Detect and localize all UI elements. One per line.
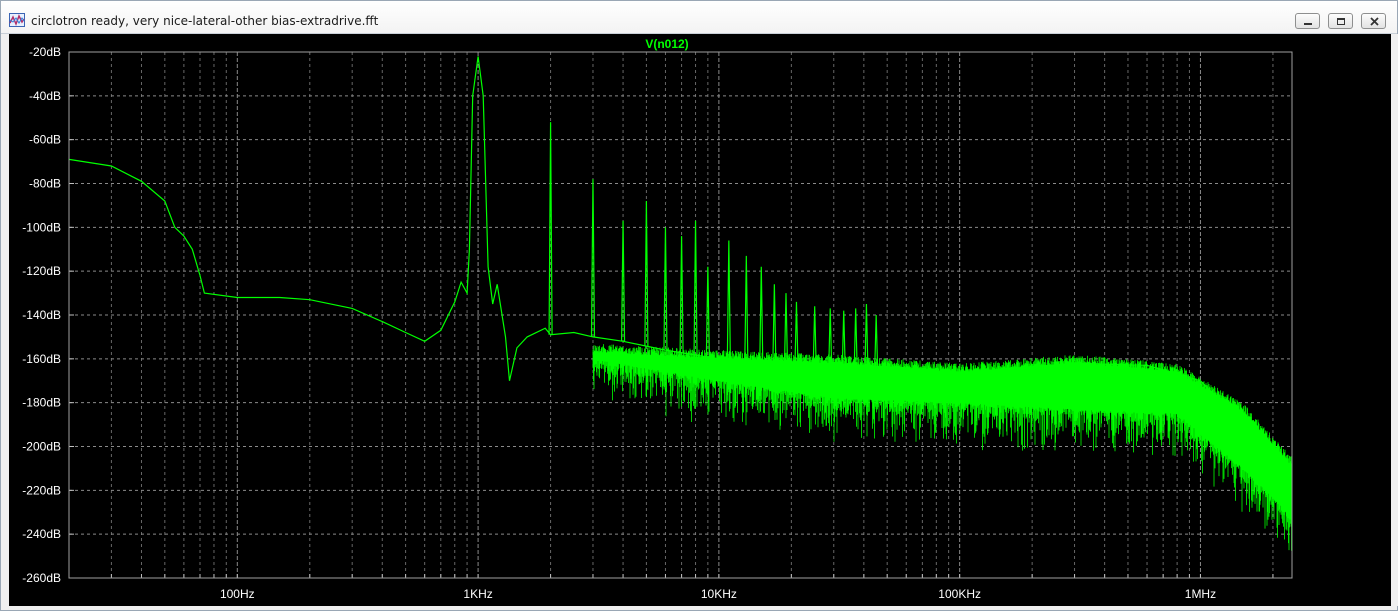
close-icon [1370,17,1379,26]
y-tick-label: -240dB [22,527,61,541]
x-tick-label: 1KHz [463,587,492,601]
harmonic-peak [726,240,731,360]
waveform-app-icon [9,13,25,27]
y-tick-label: -120dB [22,264,61,278]
maximize-button[interactable] [1328,13,1353,29]
y-tick-label: -140dB [22,308,61,322]
fft-waveform-window: circlotron ready, very nice-lateral-othe… [0,0,1398,611]
y-tick-label: -220dB [22,483,61,497]
axis-labels: -20dB -40dB -60dB -80dB -100dB -120dB -140dB -1… [22,45,1216,601]
y-tick-label: -20dB [29,45,61,59]
y-tick-label: -200dB [22,440,61,454]
plot-area[interactable]: V(n012) -20dB -40dB -60dB -80dB -100dB -120dB… [9,34,1391,606]
minimize-icon [1304,23,1312,25]
noise-floor-band [592,344,1293,551]
x-tick-label: 1MHz [1185,587,1216,601]
series-layer [68,56,1293,551]
y-tick-label: -180dB [22,396,61,410]
maximize-icon [1337,18,1345,25]
chart-title: V(n012) [645,37,688,51]
y-tick-label: -60dB [29,133,61,147]
x-tick-label: 100KHz [938,587,981,601]
harmonic-peak [772,284,777,365]
window-border [1391,34,1398,606]
harmonic-peak [794,301,799,367]
harmonic-peak [744,255,749,362]
fft-chart[interactable]: V(n012) -20dB -40dB -60dB -80dB -100dB -120dB… [9,34,1391,606]
close-button[interactable] [1361,13,1386,29]
x-tick-label: 100Hz [220,587,255,601]
minimize-button[interactable] [1295,13,1320,29]
title-bar[interactable]: circlotron ready, very nice-lateral-othe… [1,1,1397,34]
y-tick-label: -160dB [22,352,61,366]
y-tick-label: -260dB [22,571,61,585]
window-title: circlotron ready, very nice-lateral-othe… [31,14,379,28]
y-tick-label: -40dB [29,89,61,103]
y-tick-label: -100dB [22,220,61,234]
y-tick-label: -80dB [29,177,61,191]
x-tick-label: 10KHz [701,587,737,601]
